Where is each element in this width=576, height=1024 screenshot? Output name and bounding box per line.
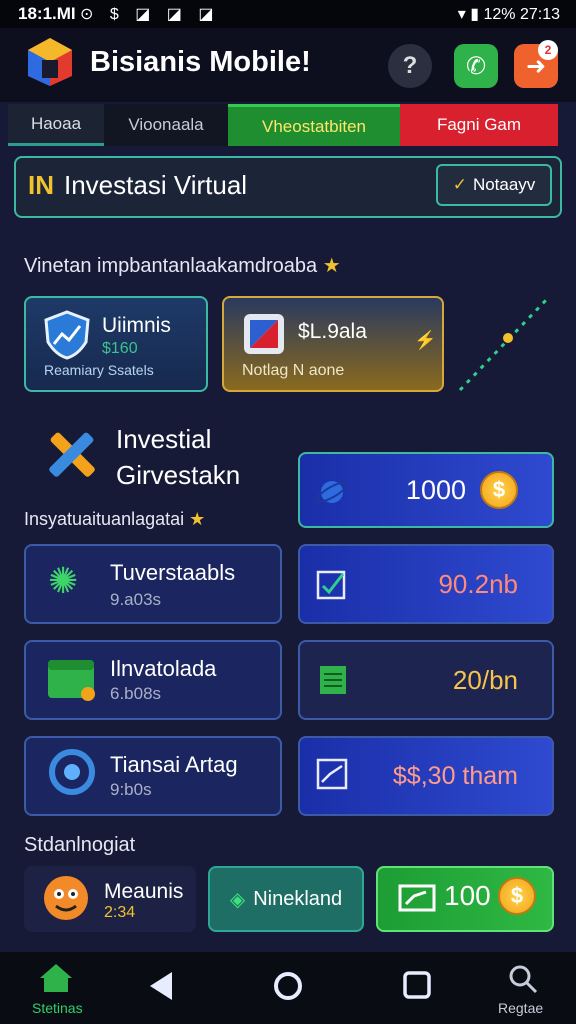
home-circle-icon[interactable] [272,970,304,1007]
target-icon [48,748,96,801]
nav-home-label[interactable]: Stetinas [32,1000,83,1016]
recents-icon[interactable] [402,970,432,1005]
call-button[interactable]: ✆ [454,44,498,88]
planet-icon [314,474,350,515]
document-icon [318,664,348,701]
balance-value: 1000 [405,474,466,505]
coin-icon: $ [480,471,518,509]
feature-2-subtitle: Notlag N aone [242,362,345,379]
check-icon: ✓ [452,175,467,194]
checkbox-icon [316,568,348,605]
coin-icon: $ [498,877,536,915]
mascot-icon [40,872,92,929]
action-1-sub: 9.a03s [110,590,162,609]
action-2-sub: 6.b08s [110,684,162,703]
section-label-3: Stdanlnogiat [24,834,136,856]
cash-icon [398,882,436,919]
flag-shield-icon [240,310,288,363]
action-3-title: Tiansai Artag [110,752,238,777]
phone-icon: ✆ [465,52,487,80]
action-2-title: Ilnvatolada [110,656,217,681]
help-icon: ? [402,52,418,79]
invest-button-label: Notaayv [472,175,536,194]
bottom-3-value: 100 [444,880,491,911]
invest-heading-line2: Girvestakn [116,460,241,490]
tab-haoaa[interactable]: Haoaa [8,104,104,146]
feature-1-value: $160 [102,340,138,357]
bottom-1-sub: 2:34 [104,904,136,921]
diamond-icon: ◈ [229,888,246,911]
nav-search-label[interactable]: Regtae [498,1000,543,1016]
value-1: 90.2nb [438,568,518,599]
star-icon: ★ [189,509,206,529]
battery-percent: 12% [483,6,516,23]
section-label-1: Vinetan impbantanlaakamdroaba ★ [24,253,341,278]
bottom-card-2[interactable]: ◈ Ninekland [208,866,364,932]
app-logo-icon [24,36,76,88]
invest-title: Investasi Virtual [64,170,248,200]
search-icon[interactable] [508,964,538,999]
chart-box-icon [316,758,348,795]
invest-heading-line1: Investial [116,424,212,454]
money-icon: ✺ [48,560,79,601]
chart-shield-icon [44,310,90,365]
invest-logo: IN [28,170,54,200]
notification-badge: 2 [538,40,558,60]
feature-2-title: $L.9ala [298,320,367,343]
section-label-2: Insyatuaituanlagatai ★ [24,509,205,530]
status-right: ▾ ▮ 12% 27:13 [458,4,560,24]
action-1-title: Tuverstaabls [110,560,236,585]
pencil-icon [42,424,102,489]
value-3: $$,30 tham [392,761,518,790]
wifi-icon: ▾ ▮ [457,6,480,23]
value-2: 20/bn [452,664,518,695]
back-icon[interactable] [148,970,174,1007]
status-left-icons: ⊙ $ ◪ ◪ ◪ [80,6,220,23]
help-button[interactable]: ? [388,44,432,88]
tab-vheostatbiten[interactable]: Vheostatbiten [228,104,400,146]
tab-vioonaala[interactable]: Vioonaala [104,104,228,146]
feature-1-title: Uiimnis [102,314,171,337]
clock-right: 27:13 [519,6,560,23]
feature-1-subtitle: Reamiary Ssatels [44,362,154,378]
bottom-1-title: Meaunis [104,880,184,903]
calendar-icon [46,656,96,707]
app-title: Bisianis Mobile! [90,46,311,78]
dotted-trend-icon [456,294,552,399]
tab-fagni-gam[interactable]: Fagni Gam [400,104,558,146]
star-icon: ★ [322,255,341,277]
section1-text: Vinetan impbantanlaakamdroaba [24,255,318,277]
action-3-sub: 9:b0s [110,780,152,799]
status-time: 18:1.MI [18,4,76,23]
section2-text: Insyatuaituanlagatai [24,509,185,529]
home-icon[interactable] [38,962,74,999]
bolt-icon: ⚡ [414,330,437,350]
invest-action-button[interactable]: ✓ Notaayv [436,164,552,206]
bottom-2-label: Ninekland [253,887,343,910]
